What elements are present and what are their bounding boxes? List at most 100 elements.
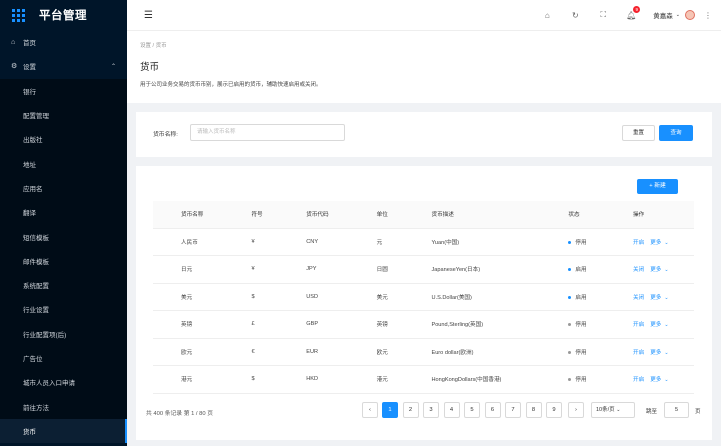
sidebar-item-bank[interactable]: 银行 xyxy=(0,79,127,103)
column-header: 单位 xyxy=(348,201,404,229)
sidebar-item-label: 行业设置 xyxy=(23,307,49,315)
page-size-select[interactable]: 10条/页 ⌄ xyxy=(591,402,635,418)
status-cell: 停用 xyxy=(540,365,605,394)
unit-cell: 港元 xyxy=(348,365,404,394)
page-button[interactable]: 1 xyxy=(382,402,398,418)
page-button[interactable]: 4 xyxy=(443,402,460,418)
logo[interactable]: 平台管理 xyxy=(0,0,127,30)
toggle-status-link[interactable]: 开启 xyxy=(633,322,644,328)
more-actions-link[interactable]: 更多 xyxy=(650,350,661,356)
bell-icon[interactable]: 🔔︎ 9 xyxy=(617,5,645,20)
page-button[interactable]: 9 xyxy=(546,402,562,418)
table-card: + 新建 货币名称 符号 货币代码 单位 货币描述 状态 操作 人民币 ¥ CNY 元… xyxy=(136,166,712,440)
more-vertical-icon[interactable]: ⋮ xyxy=(704,11,712,20)
toggle-status-link[interactable]: 关闭 xyxy=(633,267,644,273)
new-button[interactable]: + 新建 xyxy=(637,179,678,194)
column-header: 货币描述 xyxy=(403,201,541,229)
more-actions-link[interactable]: 更多 xyxy=(650,240,661,246)
refresh-icon[interactable]: ↻ xyxy=(561,11,589,20)
unit-cell: 英镑 xyxy=(348,310,404,339)
table-header-row: 货币名称 符号 货币代码 单位 货币描述 状态 操作 xyxy=(153,201,694,229)
code-cell: GBP xyxy=(278,310,349,339)
currency-name-input[interactable]: 请输入货币名称 xyxy=(190,124,345,141)
sidebar-item-label: 广告位 xyxy=(23,356,43,363)
page-suffix: 页 xyxy=(695,409,701,415)
actions-cell: 开启 更多 ⌄ xyxy=(605,310,694,339)
sidebar-item-industry-settings[interactable]: 行业设置 xyxy=(0,297,127,321)
sidebar-item-label: 前往方法 xyxy=(23,404,49,412)
symbol-cell: ¥ xyxy=(223,228,279,256)
reset-button[interactable]: 重置 xyxy=(622,125,655,141)
query-button[interactable]: 查询 xyxy=(659,125,693,141)
sidebar-item-address[interactable]: 地址 xyxy=(0,151,127,175)
prev-page-button[interactable]: ‹ xyxy=(362,402,378,418)
sidebar-item-label: 配置管理 xyxy=(23,113,49,121)
sidebar-item-label: 城市人员入口申请 xyxy=(23,380,75,388)
sidebar-item-settings[interactable]: ⚙ 设置 ⌃ xyxy=(0,54,127,78)
sidebar-item-city-entry[interactable]: 城市人员入口申请 xyxy=(0,370,127,394)
toggle-status-link[interactable]: 开启 xyxy=(633,377,644,383)
status-dot xyxy=(568,378,572,382)
more-actions-link[interactable]: 更多 xyxy=(650,322,661,328)
chevron-down-icon: ⌄ xyxy=(664,294,669,301)
page-button[interactable]: 5 xyxy=(464,402,480,418)
sidebar-item-translate[interactable]: 翻译 xyxy=(0,200,127,224)
sidebar-item-ad-slot[interactable]: 广告位 xyxy=(0,346,127,370)
code-cell: CNY xyxy=(278,228,349,256)
status-dot xyxy=(568,240,572,244)
total-records: 共 400 条记录 第 1 / 80 页 xyxy=(146,411,214,417)
sidebar-item-mail-template[interactable]: 邮件模板 xyxy=(0,249,127,273)
page-button[interactable]: 7 xyxy=(505,402,521,418)
unit-cell: 日圆 xyxy=(348,255,404,284)
description-cell: Pound,Sterling(英国) xyxy=(403,310,541,339)
sidebar-item-config[interactable]: 配置管理 xyxy=(0,103,127,127)
sidebar-item-label: 翻译 xyxy=(23,210,36,218)
sidebar-item-industry-config[interactable]: 行业配置项(后) xyxy=(0,322,127,346)
status-badge: 停用 xyxy=(575,349,587,356)
user-name: 黄嘉森 xyxy=(653,13,673,20)
table-row: 人民币 ¥ CNY 元 Yuan(中国) 停用 开启 更多 ⌄ xyxy=(153,228,694,256)
sidebar-item-label: 行业配置项(后) xyxy=(23,331,67,339)
symbol-cell: € xyxy=(223,338,279,366)
page-size-value: 10条/页 xyxy=(596,407,615,413)
toggle-status-link[interactable]: 开启 xyxy=(633,240,644,246)
sidebar-item-label: 短信模板 xyxy=(23,234,49,242)
sidebar-item-methods[interactable]: 前往方法 xyxy=(0,394,127,418)
page-button[interactable]: 3 xyxy=(423,402,439,418)
page-button[interactable]: 6 xyxy=(484,402,501,418)
user-menu[interactable]: 黄嘉森 ⌄ xyxy=(653,10,695,20)
sidebar-item-label: 货币 xyxy=(23,428,36,436)
sidebar-item-sms-template[interactable]: 短信模板 xyxy=(0,224,127,248)
sidebar-item-app-name[interactable]: 应用名 xyxy=(0,176,127,200)
page-button[interactable]: 8 xyxy=(525,402,542,418)
more-actions-link[interactable]: 更多 xyxy=(650,267,661,273)
code-cell: HKD xyxy=(278,365,349,394)
sidebar-item-label: 邮件模板 xyxy=(23,258,49,266)
page-button[interactable]: 2 xyxy=(402,402,419,418)
more-actions-link[interactable]: 更多 xyxy=(650,295,661,301)
chevron-down-icon: ⌄ xyxy=(616,407,621,413)
sidebar-item-system-config[interactable]: 系统配置 xyxy=(0,273,127,297)
toggle-status-link[interactable]: 关闭 xyxy=(633,295,644,301)
chevron-down-icon: ⌄ xyxy=(675,12,680,18)
sidebar-item-home[interactable]: ⌂ 首页 xyxy=(0,30,127,54)
page-title: 货币 xyxy=(140,62,160,73)
table-row: 日元 ¥ JPY 日圆 JapaneseYen(日本) 启用 关闭 更多 ⌄ xyxy=(153,255,694,284)
toggle-status-link[interactable]: 开启 xyxy=(633,350,644,356)
home-icon[interactable]: ⌂ xyxy=(533,11,561,20)
fullscreen-icon[interactable]: ⛶ xyxy=(589,10,617,20)
sidebar-item-currency[interactable]: 货币 xyxy=(0,418,127,444)
status-dot xyxy=(568,295,572,299)
code-cell: USD xyxy=(278,283,349,311)
next-page-button[interactable]: › xyxy=(568,402,584,418)
sidebar-item-publisher[interactable]: 出版社 xyxy=(0,127,127,151)
more-actions-link[interactable]: 更多 xyxy=(650,377,661,383)
chevron-down-icon: ⌄ xyxy=(664,239,669,246)
currency-name-cell: 英镑 xyxy=(153,310,224,339)
jump-page-input[interactable]: 5 xyxy=(664,402,689,418)
menu-toggle-icon[interactable]: ☰ xyxy=(144,10,153,21)
code-cell: JPY xyxy=(278,255,349,284)
status-cell: 停用 xyxy=(540,338,605,366)
description-cell: Euro dollar(欧洲) xyxy=(403,338,541,366)
status-cell: 启用 xyxy=(540,255,605,284)
